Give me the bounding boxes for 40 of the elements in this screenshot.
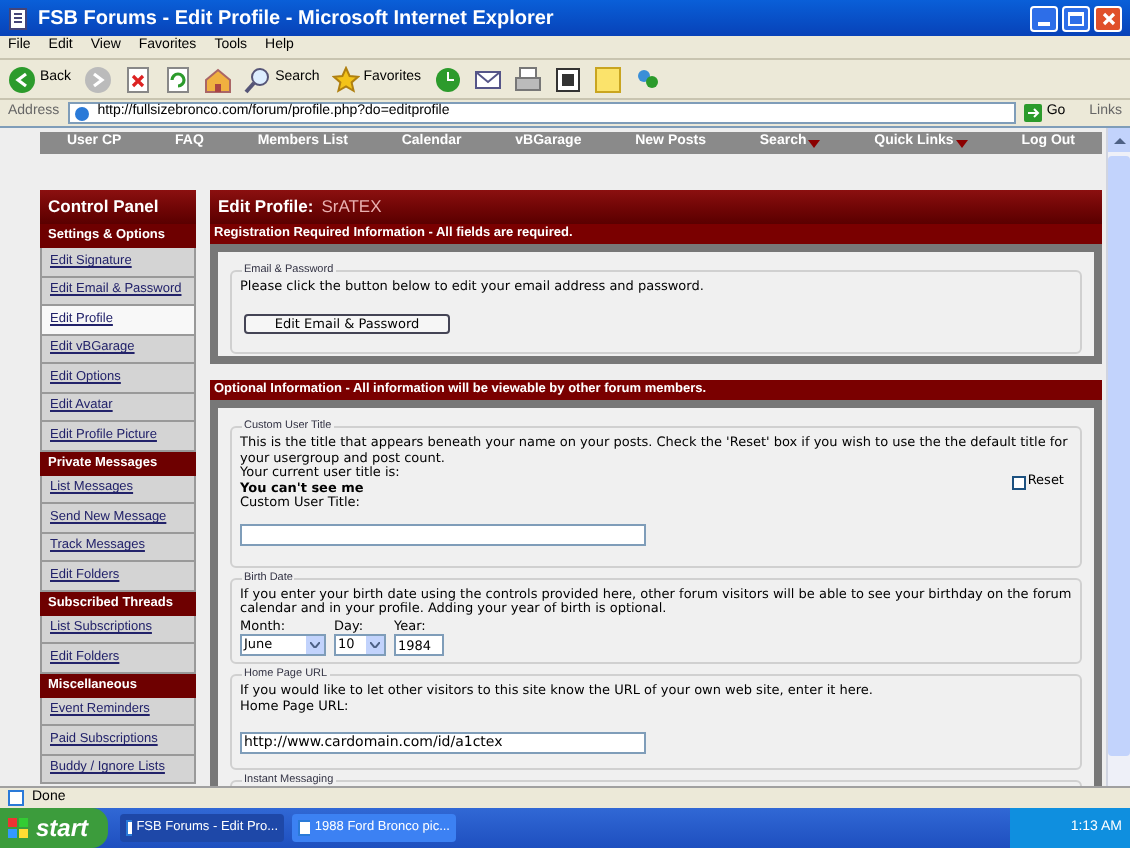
minimize-button[interactable] [1030,5,1058,31]
username: SrATEX [321,194,382,220]
square-icon [553,65,582,93]
stop-button[interactable] [123,65,152,93]
print-button[interactable] [513,65,542,93]
sidebar-title: Control Panel [40,190,196,224]
mail-button[interactable] [473,65,502,93]
caret-icon [310,642,320,648]
custom-title-field[interactable] [240,524,646,546]
maximize-icon [1068,11,1084,25]
caret-icon [808,139,821,147]
windows-logo-icon [8,818,28,838]
close-icon [1101,11,1115,25]
scrollbar[interactable] [1106,128,1130,786]
edit-button[interactable] [553,65,582,93]
stop-icon [123,65,152,93]
printer-icon [513,65,542,93]
scroll-up-button[interactable] [1108,128,1130,152]
maximize-button[interactable] [1062,5,1090,31]
star-icon [331,65,360,93]
note-icon [593,65,622,93]
caret-icon [955,139,968,147]
history-button[interactable] [433,65,462,93]
home-button[interactable] [203,65,232,93]
refresh-icon [163,65,192,93]
caret-icon [1113,136,1125,144]
panel-title: Edit Profile: [218,194,314,220]
arrow-icon [1024,104,1043,122]
home-icon [203,65,232,93]
close-button[interactable] [1094,5,1122,31]
window-title: FSB Forums - Edit Profile - Microsoft Internet Explorer [38,5,554,33]
minimize-icon [1038,21,1050,25]
envelope-icon [473,65,502,93]
messenger-button[interactable] [633,65,662,93]
clock-icon [433,65,462,93]
refresh-button[interactable] [163,65,192,93]
caret-icon [370,642,380,648]
scroll-thumb[interactable] [1108,156,1130,756]
people-icon [633,65,662,93]
search-icon [243,65,272,93]
